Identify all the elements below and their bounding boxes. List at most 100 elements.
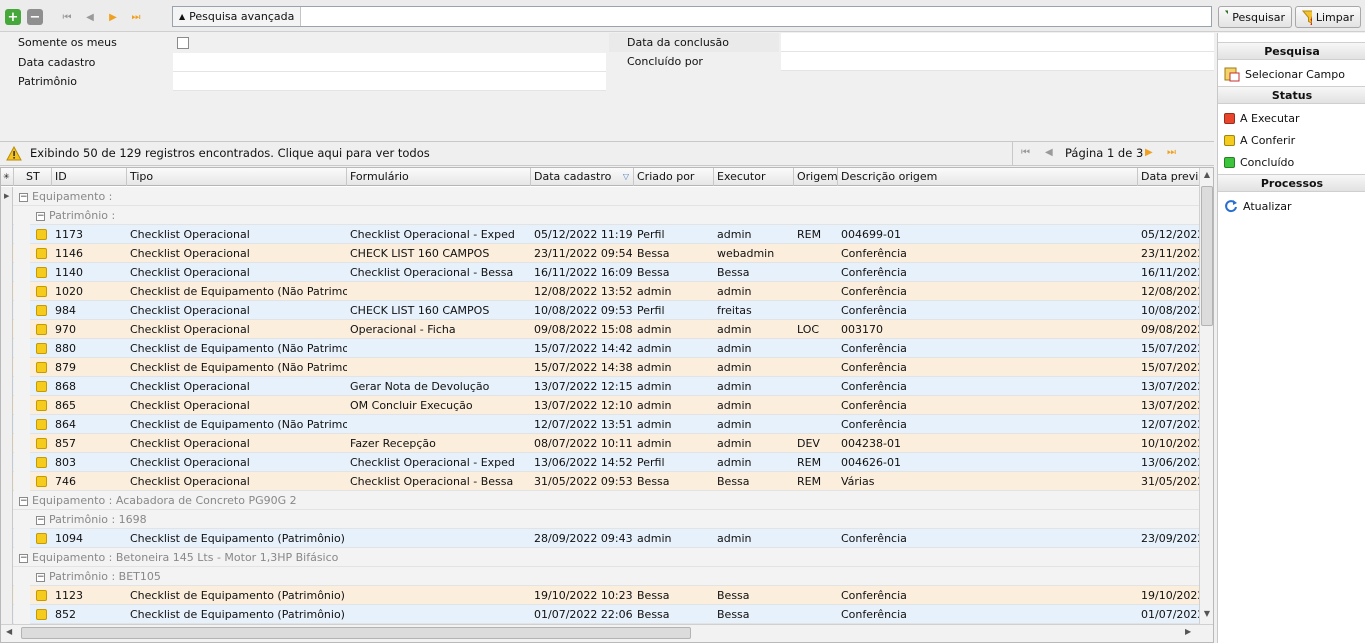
table-row[interactable]: 864 Checklist de Equipamento (Não Patrimo… [1, 415, 1201, 434]
collapse-toggle-icon[interactable]: − [19, 192, 28, 202]
cell-exec: freitas [717, 304, 752, 317]
scroll-up-icon[interactable]: ▲ [1201, 170, 1213, 182]
next-record-icon[interactable]: ▶ [106, 10, 120, 24]
prev-page-icon[interactable]: ◀ [1045, 147, 1053, 158]
created-date-field[interactable] [173, 53, 606, 72]
scroll-down-icon[interactable]: ▼ [1201, 609, 1213, 621]
column-header[interactable]: Descrição origem [838, 168, 1138, 186]
vertical-scroll-thumb[interactable] [1201, 186, 1213, 326]
vertical-scrollbar[interactable]: ▲ ▼ [1199, 168, 1213, 625]
group-row-asset[interactable]: − Patrimônio : BET105 [1, 567, 1199, 586]
collapse-toggle-icon[interactable]: − [36, 515, 45, 525]
collapse-toggle-icon[interactable]: − [36, 572, 45, 582]
cell-date: 10/08/2022 09:53 [534, 304, 633, 317]
table-row[interactable]: 879 Checklist de Equipamento (Não Patrimo… [1, 358, 1201, 377]
collapse-toggle-icon[interactable]: − [19, 553, 28, 563]
records-message[interactable]: Exibindo 50 de 129 registros encontrados… [30, 142, 430, 165]
column-header[interactable]: ID [52, 168, 127, 186]
asset-field[interactable] [173, 72, 606, 91]
cell-origem [794, 282, 838, 301]
select-field-item[interactable]: Selecionar Campo [1224, 65, 1345, 83]
cell-by: admin [637, 323, 672, 336]
search-button[interactable]: Pesquisar [1218, 6, 1292, 28]
first-record-icon[interactable]: ⏮ [60, 10, 74, 24]
cell-desc: Conferência [841, 361, 907, 374]
cell-date: 31/05/2022 09:53 [534, 475, 633, 488]
remove-record-button[interactable]: − [27, 9, 43, 25]
table-row[interactable]: 1146 Checklist Operacional CHECK LIST 160 … [1, 244, 1201, 263]
cell-date: 09/08/2022 15:08 [534, 323, 633, 336]
cell-prev: 13/06/2022 [1141, 456, 1201, 469]
column-header[interactable]: Formulário [347, 168, 531, 186]
scroll-left-icon[interactable]: ◀ [6, 627, 12, 636]
table-row[interactable]: 1094 Checklist de Equipamento (Patrimônio… [1, 529, 1201, 548]
filter-icon [1225, 10, 1229, 15]
group-row-asset[interactable]: − Patrimônio : 1698 [1, 510, 1199, 529]
table-row[interactable]: 984 Checklist Operacional CHECK LIST 160 C… [1, 301, 1201, 320]
column-header[interactable]: Data cadastro ▽ [531, 168, 634, 186]
group-row-equipment[interactable]: − Equipamento : Betoneira 145 Lts - Motor… [1, 548, 1199, 567]
cell-form: Operacional - Ficha [350, 323, 456, 336]
cell-prev: 10/08/2022 [1141, 304, 1201, 317]
prev-record-icon[interactable]: ◀ [83, 10, 97, 24]
cell-form: Checklist Operacional - Bessa [350, 266, 514, 279]
table-row[interactable]: 880 Checklist de Equipamento (Não Patrimo… [1, 339, 1201, 358]
status-item[interactable]: A Conferir [1224, 131, 1295, 149]
table-row[interactable]: 868 Checklist Operacional Gerar Nota de De… [1, 377, 1201, 396]
group-row-equipment[interactable]: ▶ − Equipamento : [1, 187, 1199, 206]
cell-exec: admin [717, 437, 752, 450]
last-record-icon[interactable]: ⏭ [129, 10, 143, 24]
group-row-asset[interactable]: − Patrimônio : [1, 206, 1199, 225]
cell-id: 746 [55, 475, 76, 488]
column-header[interactable]: Origem [794, 168, 838, 186]
column-header[interactable]: Tipo [127, 168, 347, 186]
status-square-icon [36, 305, 47, 316]
column-header[interactable]: ST [14, 168, 52, 186]
search-bar[interactable]: ▲ Pesquisa avançada [172, 6, 1212, 27]
status-square-icon [1224, 112, 1235, 124]
collapse-toggle-icon[interactable]: − [19, 496, 28, 506]
cell-desc: Várias [841, 475, 875, 488]
add-record-button[interactable]: + [5, 9, 21, 25]
column-header[interactable]: Executor [714, 168, 794, 186]
refresh-item[interactable]: Atualizar [1224, 197, 1292, 215]
last-page-icon[interactable]: ⏭ [1167, 147, 1176, 158]
table-row[interactable]: 746 Checklist Operacional Checklist Operac… [1, 472, 1201, 491]
column-chooser-icon[interactable]: ✳ [1, 168, 14, 186]
table-row[interactable]: 970 Checklist Operacional Operacional - Fi… [1, 320, 1201, 339]
row-indicator [1, 434, 13, 453]
cell-form: Checklist Operacional - Bessa [350, 475, 514, 488]
table-row[interactable]: 857 Checklist Operacional Fazer Recepção 08… [1, 434, 1201, 453]
table-row[interactable]: 1123 Checklist de Equipamento (Patrimônio… [1, 586, 1201, 605]
table-row[interactable]: 852 Checklist de Equipamento (Patrimônio)… [1, 605, 1201, 624]
next-page-icon[interactable]: ▶ [1145, 147, 1153, 158]
status-item[interactable]: Concluído [1224, 153, 1294, 171]
cell-desc: 003170 [841, 323, 883, 336]
table-row[interactable]: 1173 Checklist Operacional Checklist Opera… [1, 225, 1201, 244]
clear-button[interactable]: Limpar [1295, 6, 1361, 28]
cell-desc: Conferência [841, 342, 907, 355]
group-row-equipment[interactable]: − Equipamento : Acabadora de Concreto PG9… [1, 491, 1199, 510]
status-item[interactable]: A Executar [1224, 109, 1300, 127]
advanced-search-toggle[interactable]: ▲ Pesquisa avançada [173, 7, 302, 26]
column-header[interactable]: Criado por [634, 168, 714, 186]
horizontal-scrollbar[interactable]: ◀ ▶ [1, 624, 1213, 642]
horizontal-scroll-thumb[interactable] [21, 627, 691, 639]
table-row[interactable]: 1020 Checklist de Equipamento (Não Patrim… [1, 282, 1201, 301]
table-row[interactable]: 865 Checklist Operacional OM Concluir Exec… [1, 396, 1201, 415]
table-row[interactable]: 1140 Checklist Operacional Checklist Opera… [1, 263, 1201, 282]
cell-date: 05/12/2022 11:19 [534, 228, 633, 241]
collapse-toggle-icon[interactable]: − [36, 211, 45, 221]
scroll-right-icon[interactable]: ▶ [1185, 627, 1191, 636]
completed-by-field[interactable] [781, 52, 1214, 71]
cell-prev: 15/07/2022 [1141, 342, 1201, 355]
cell-origem [794, 396, 838, 415]
only-mine-checkbox[interactable] [177, 37, 189, 49]
cell-id: 1146 [55, 247, 83, 260]
status-square-icon [36, 343, 47, 354]
column-header[interactable]: Data previst [1138, 168, 1201, 186]
current-row-arrow-icon: ▶ [4, 192, 10, 200]
first-page-icon[interactable]: ⏮ [1021, 147, 1030, 158]
table-row[interactable]: 803 Checklist Operacional Checklist Operac… [1, 453, 1201, 472]
completion-date-field[interactable] [781, 33, 1214, 52]
